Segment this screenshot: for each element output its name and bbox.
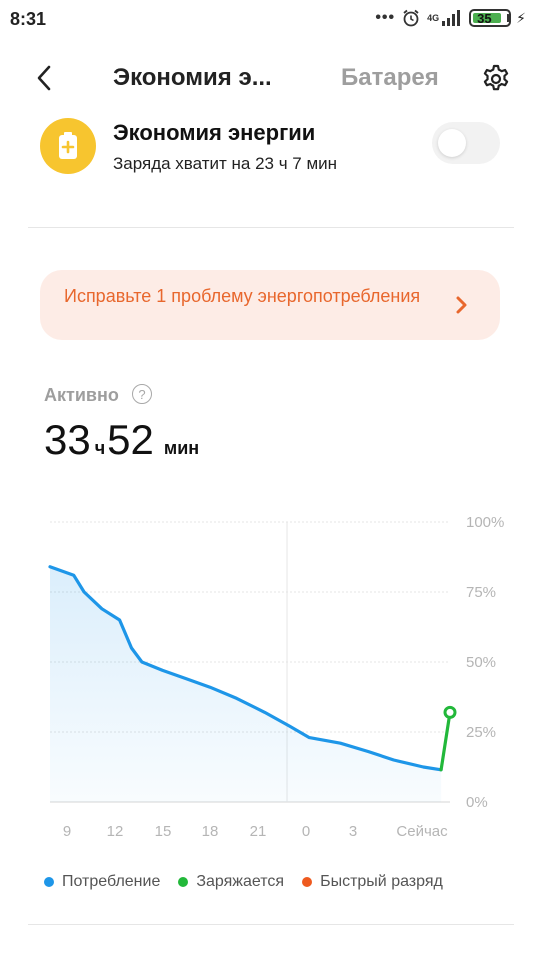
legend-label: Потребление [62, 873, 161, 890]
fast-drain-dot [302, 877, 313, 887]
power-saving-subtitle: Заряда хватит на 23 ч 7 мин [113, 154, 338, 173]
hours-unit: ч [94, 438, 106, 458]
legend-label: Заряжается [196, 873, 285, 890]
divider [28, 924, 514, 925]
chart-legend: Потребление Заряжается Быстрый разряд [44, 873, 443, 891]
consumption-area [50, 566, 442, 802]
active-time: 33 ч52 мин [44, 416, 201, 464]
gear-icon [483, 64, 509, 91]
charging-bolt-icon: ⚡ [516, 9, 526, 26]
active-label: Активно [44, 385, 119, 405]
back-button[interactable] [28, 60, 60, 96]
header: Экономия э... Батарея [0, 56, 540, 100]
legend-label: Быстрый разряд [320, 873, 443, 890]
status-bar: 8:31 ••• 4G 35 ⚡ [0, 0, 540, 38]
legend-item-consumption: Потребление [44, 873, 160, 891]
alarm-icon [403, 9, 419, 27]
fix-issue-banner[interactable]: Исправьте 1 проблему энергопотребления [40, 270, 500, 340]
x-tick-label: 15 [155, 823, 172, 840]
consumption-dot [44, 877, 54, 887]
x-tick-label: 3 [349, 823, 357, 840]
minutes-unit: мин [163, 438, 200, 458]
status-icons: ••• 4G 35 ⚡ [375, 8, 526, 28]
power-saving-title: Экономия энергии [113, 120, 316, 145]
legend-item-fast-drain: Быстрый разряд [302, 873, 443, 891]
notification-dots: ••• [375, 9, 396, 26]
signal-icon [442, 10, 461, 26]
help-icon[interactable]: ? [132, 384, 152, 404]
battery-saver-icon [40, 118, 96, 174]
x-tick-label: 18 [202, 823, 219, 840]
x-tick-label: 12 [107, 823, 124, 840]
charging-dot [178, 877, 189, 887]
active-hours: 33 [44, 416, 91, 463]
y-tick-label: 0% [466, 794, 488, 811]
power-saving-toggle[interactable] [432, 122, 500, 164]
toggle-knob [438, 129, 466, 157]
charging-line [439, 710, 452, 772]
settings-button[interactable] [480, 62, 512, 94]
page-title: Экономия э... [113, 64, 272, 91]
back-arrow-icon [37, 65, 51, 91]
y-tick-label: 25% [466, 724, 496, 741]
chevron-right-icon [456, 296, 467, 314]
issue-text: Исправьте 1 проблему энергопотребления [64, 286, 421, 306]
x-tick-label: 21 [250, 823, 267, 840]
x-tick-label: Сейчас [396, 823, 448, 840]
battery-level: 35 [477, 10, 492, 26]
status-time: 8:31 [10, 9, 47, 29]
y-tick-label: 100% [466, 514, 504, 531]
current-level-marker [443, 705, 457, 719]
power-saving-row: Экономия энергии Заряда хватит на 23 ч 7… [0, 112, 540, 202]
legend-item-charging: Заряжается [178, 873, 284, 891]
network-type: 4G [427, 13, 440, 23]
battery-chart: 100% 75% 50% 25% 0% 9 12 15 18 21 0 3 Сейчас [48, 514, 504, 840]
y-tick-label: 75% [466, 584, 496, 601]
x-tick-label: 9 [63, 823, 71, 840]
battery-icon: 35 [469, 9, 512, 27]
active-minutes: 52 [107, 416, 154, 463]
x-tick-label: 0 [302, 823, 310, 840]
divider [28, 227, 514, 228]
y-tick-label: 50% [466, 654, 496, 671]
tab-battery[interactable]: Батарея [341, 64, 439, 92]
